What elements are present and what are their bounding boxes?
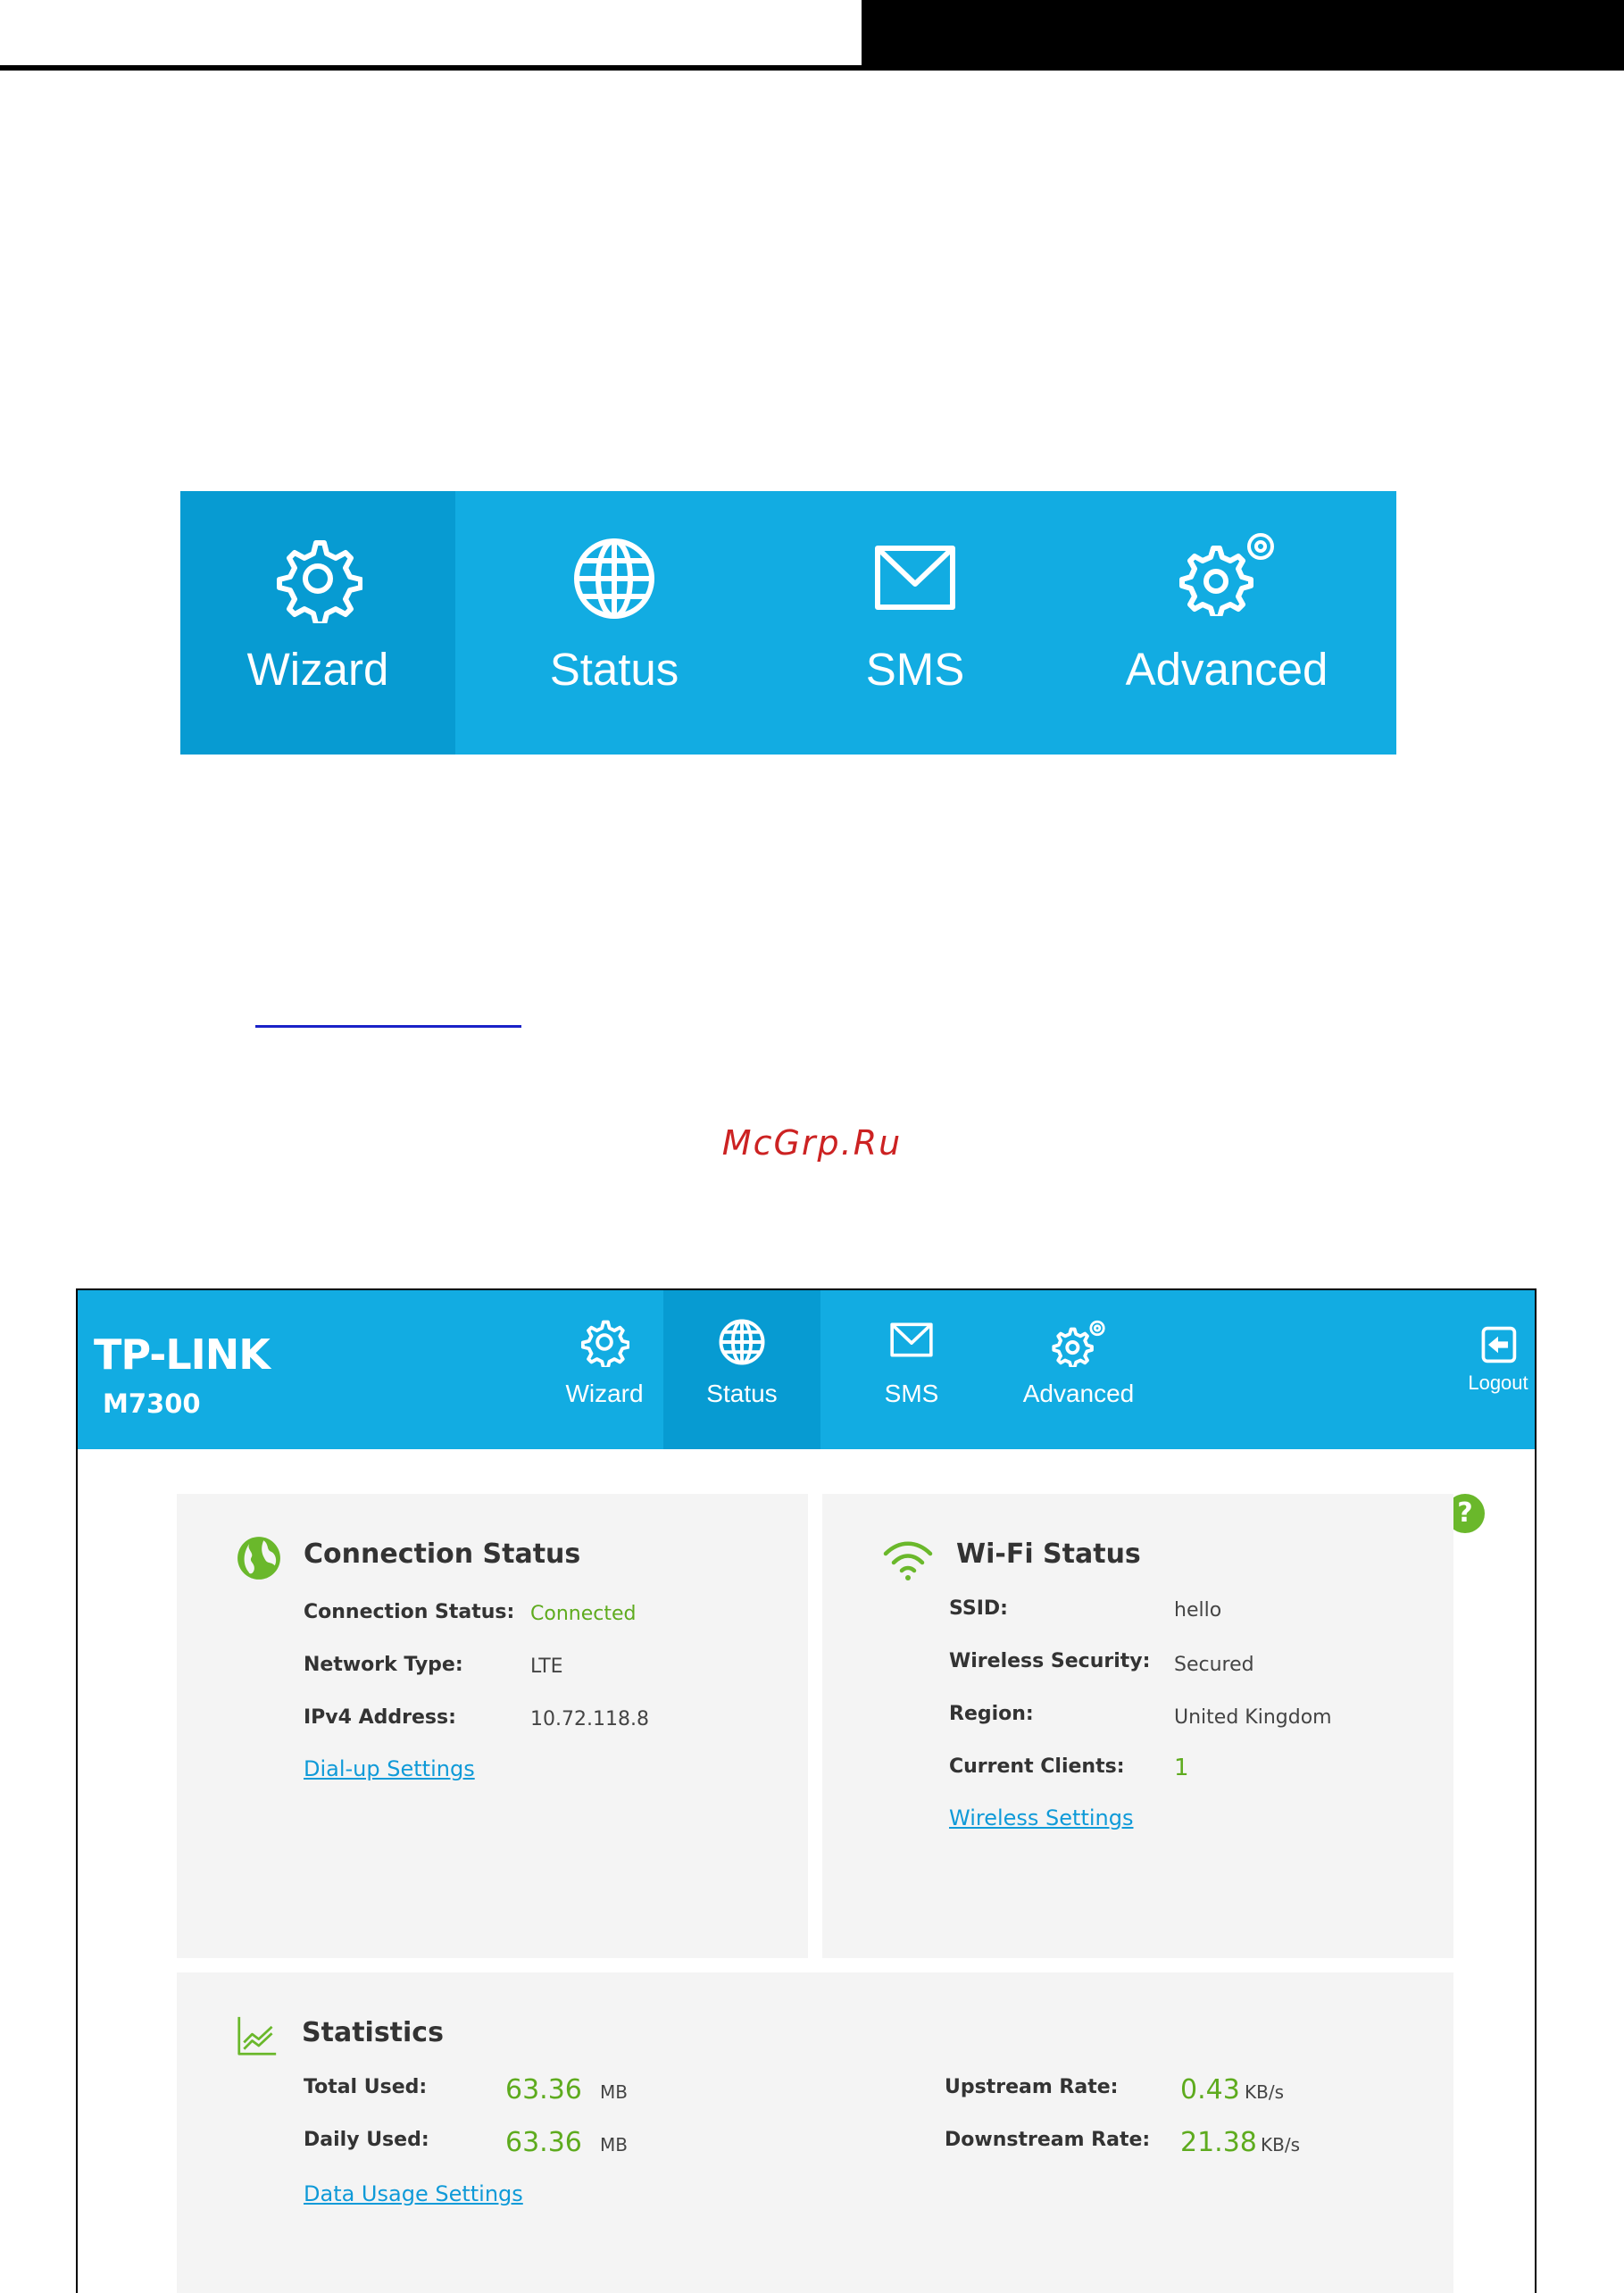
brand-logo: TP-LINK bbox=[94, 1330, 271, 1379]
field-label: Network Type: bbox=[304, 1654, 463, 1676]
logout-button[interactable]: Logout bbox=[1462, 1324, 1535, 1395]
double-gear-icon bbox=[1052, 1320, 1105, 1367]
watermark: McGrp.Ru bbox=[721, 1123, 903, 1163]
upstream-rate-value: 0.43 bbox=[1180, 2074, 1240, 2105]
field-label: Total Used: bbox=[304, 2076, 428, 2098]
panel-title: Wi-Fi Status bbox=[956, 1538, 1141, 1570]
dial-up-settings-link[interactable]: Dial-up Settings bbox=[304, 1756, 475, 1781]
chart-icon bbox=[237, 2016, 277, 2055]
page-header-block bbox=[862, 0, 1624, 71]
wireless-security-value: Secured bbox=[1174, 1654, 1254, 1676]
field-label: Connection Status: bbox=[304, 1601, 515, 1623]
menu-item-label: Wizard bbox=[246, 644, 389, 695]
wireless-settings-link[interactable]: Wireless Settings bbox=[949, 1805, 1133, 1830]
header-bar: TP-LINK M7300 Wizard Status SMS Advanced… bbox=[78, 1290, 1535, 1449]
wifi-icon bbox=[883, 1541, 933, 1580]
field-label: Region: bbox=[949, 1703, 1034, 1725]
underlined-link[interactable] bbox=[255, 1025, 521, 1028]
earth-icon bbox=[237, 1537, 280, 1580]
upstream-rate-unit: KB/s bbox=[1245, 2081, 1284, 2103]
panel-title: Connection Status bbox=[304, 1538, 581, 1570]
field-label: Current Clients: bbox=[949, 1755, 1125, 1778]
field-label: Daily Used: bbox=[304, 2129, 429, 2151]
menu-item-label: Status bbox=[549, 644, 679, 695]
field-label: Upstream Rate: bbox=[945, 2076, 1119, 2098]
field-label: Wireless Security: bbox=[949, 1650, 1151, 1672]
data-usage-settings-link[interactable]: Data Usage Settings bbox=[304, 2181, 523, 2206]
page-header-rule bbox=[0, 65, 862, 71]
logout-icon bbox=[1481, 1326, 1517, 1363]
envelope-icon bbox=[875, 546, 955, 610]
double-gear-icon bbox=[1179, 533, 1274, 616]
current-clients-value: 1 bbox=[1174, 1755, 1189, 1781]
field-label: Downstream Rate: bbox=[945, 2129, 1151, 2151]
ssid-value: hello bbox=[1174, 1599, 1222, 1622]
field-label: SSID: bbox=[949, 1597, 1008, 1620]
connection-status-panel: Connection Status Connection Status: Con… bbox=[177, 1494, 808, 1958]
field-label: IPv4 Address: bbox=[304, 1706, 456, 1729]
tab-advanced[interactable]: Advanced bbox=[1003, 1290, 1154, 1449]
tab-label: Status bbox=[706, 1380, 778, 1407]
tab-label: SMS bbox=[884, 1380, 939, 1407]
wifi-status-panel: Wi-Fi Status SSID: hello Wireless Securi… bbox=[822, 1494, 1453, 1958]
tab-wizard[interactable]: Wizard bbox=[524, 1290, 685, 1449]
envelope-icon bbox=[890, 1322, 933, 1357]
tab-sms[interactable]: SMS bbox=[820, 1290, 1003, 1449]
statistics-panel: Statistics Total Used: 63.36 MB Daily Us… bbox=[177, 1972, 1453, 2293]
tab-label: Wizard bbox=[565, 1380, 644, 1407]
globe-icon bbox=[719, 1319, 765, 1365]
model-name: M7300 bbox=[103, 1388, 201, 1419]
daily-used-value: 63.36 bbox=[505, 2127, 582, 2158]
connection-status-value: Connected bbox=[530, 1603, 637, 1625]
menu-item-label: SMS bbox=[865, 644, 965, 695]
main-content: ? Connection Status Connection Status: C… bbox=[92, 1449, 1535, 2293]
total-used-value: 63.36 bbox=[505, 2074, 582, 2105]
downstream-rate-value: 21.38 bbox=[1180, 2127, 1257, 2158]
logout-label: Logout bbox=[1468, 1372, 1528, 1394]
menu-item-wizard[interactable]: Wizard bbox=[180, 491, 455, 755]
globe-icon bbox=[574, 538, 654, 619]
daily-used-unit: MB bbox=[600, 2134, 628, 2155]
gear-icon bbox=[580, 1320, 629, 1367]
menu-figure: Wizard Status SMS Advanced bbox=[180, 491, 1396, 755]
ipv4-address-value: 10.72.118.8 bbox=[530, 1708, 649, 1730]
network-type-value: LTE bbox=[530, 1655, 563, 1678]
total-used-unit: MB bbox=[600, 2081, 628, 2103]
menu-item-advanced[interactable]: Advanced bbox=[1057, 491, 1396, 755]
menu-item-label: Advanced bbox=[1125, 644, 1328, 695]
downstream-rate-unit: KB/s bbox=[1261, 2134, 1300, 2155]
menu-item-status[interactable]: Status bbox=[455, 491, 773, 755]
tab-status[interactable]: Status bbox=[663, 1290, 820, 1449]
menu-item-sms[interactable]: SMS bbox=[773, 491, 1057, 755]
region-value: United Kingdom bbox=[1174, 1706, 1332, 1729]
gear-icon bbox=[277, 540, 362, 623]
tab-label: Advanced bbox=[1022, 1380, 1135, 1407]
panel-title: Statistics bbox=[302, 2017, 444, 2048]
web-ui-screenshot: TP-LINK M7300 Wizard Status SMS Advanced… bbox=[76, 1288, 1537, 2293]
